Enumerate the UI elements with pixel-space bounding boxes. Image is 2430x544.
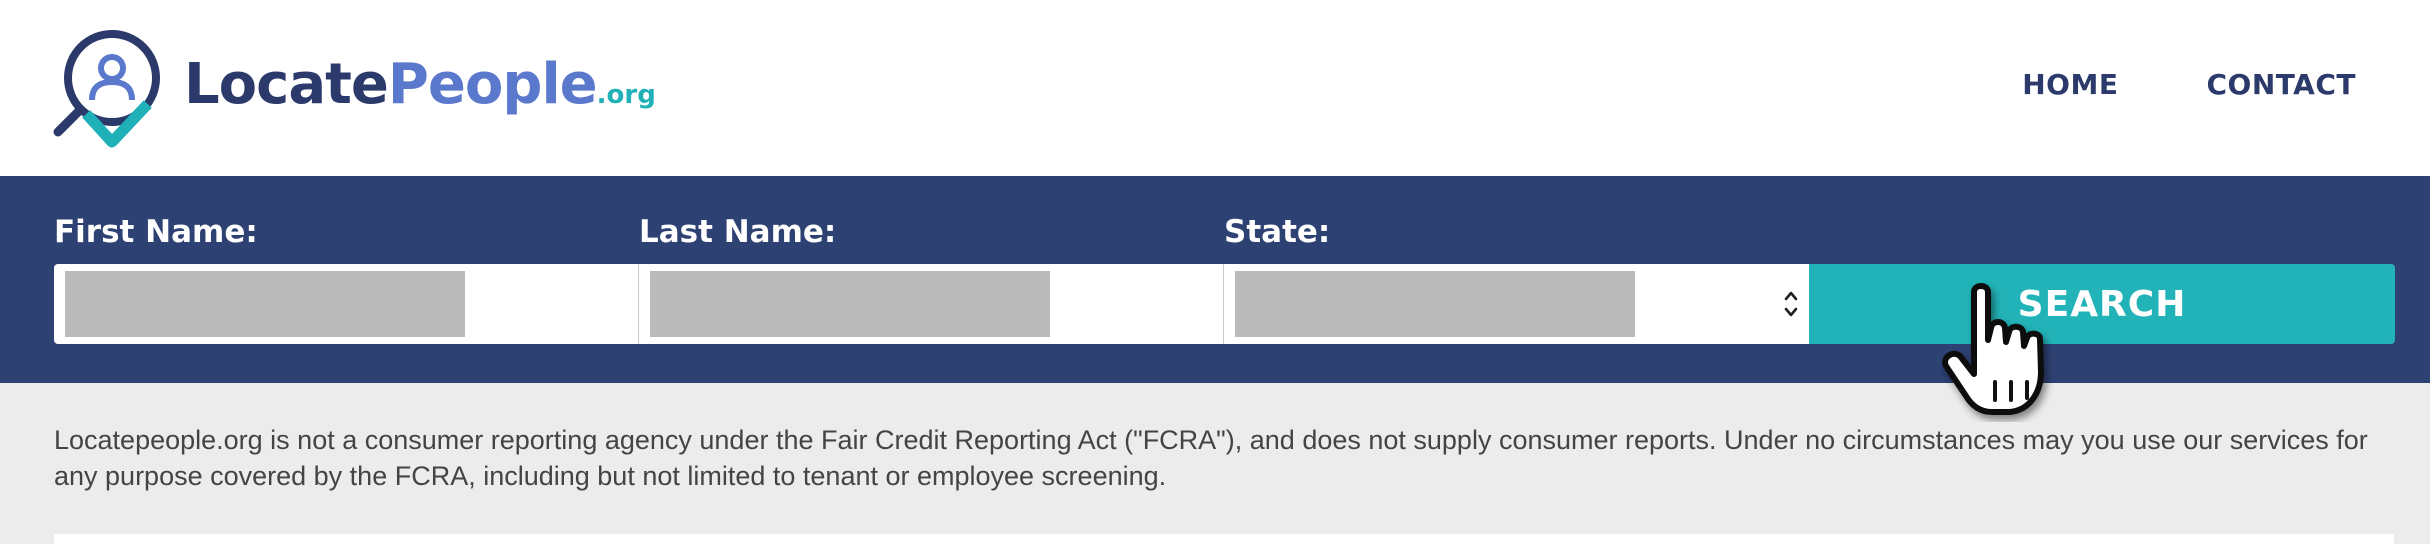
first-name-input[interactable]: [65, 271, 465, 337]
last-name-field: [639, 264, 1224, 344]
logo-word-locate: Locate: [184, 52, 389, 117]
last-name-input[interactable]: [650, 271, 1050, 337]
last-name-label: Last Name:: [639, 214, 837, 250]
state-select[interactable]: [1224, 264, 1809, 344]
site-logo[interactable]: LocatePeople.org: [52, 28, 656, 148]
content-card-top-edge: [54, 534, 2394, 544]
magnifier-person-check-icon: [53, 30, 160, 148]
logo-wordmark: LocatePeople.org: [184, 52, 656, 117]
fcra-disclaimer: Locatepeople.org is not a consumer repor…: [54, 425, 2368, 491]
state-label: State:: [1224, 214, 1331, 250]
search-button[interactable]: SEARCH: [1809, 264, 2395, 344]
updown-chevron-icon: [1784, 291, 1798, 317]
state-select-value[interactable]: [1235, 271, 1635, 337]
site-header: LocatePeople.org HOME CONTACT: [0, 0, 2430, 176]
nav-contact-link[interactable]: CONTACT: [2206, 68, 2356, 101]
first-name-field: [54, 264, 639, 344]
first-name-label: First Name:: [54, 214, 258, 250]
logo-tld: .org: [596, 80, 656, 110]
main-nav: HOME CONTACT: [2022, 68, 2356, 101]
logo-word-people: People: [387, 52, 598, 117]
hand-pointer-cursor-icon: [1942, 283, 2044, 415]
nav-home-link[interactable]: HOME: [2022, 68, 2118, 101]
